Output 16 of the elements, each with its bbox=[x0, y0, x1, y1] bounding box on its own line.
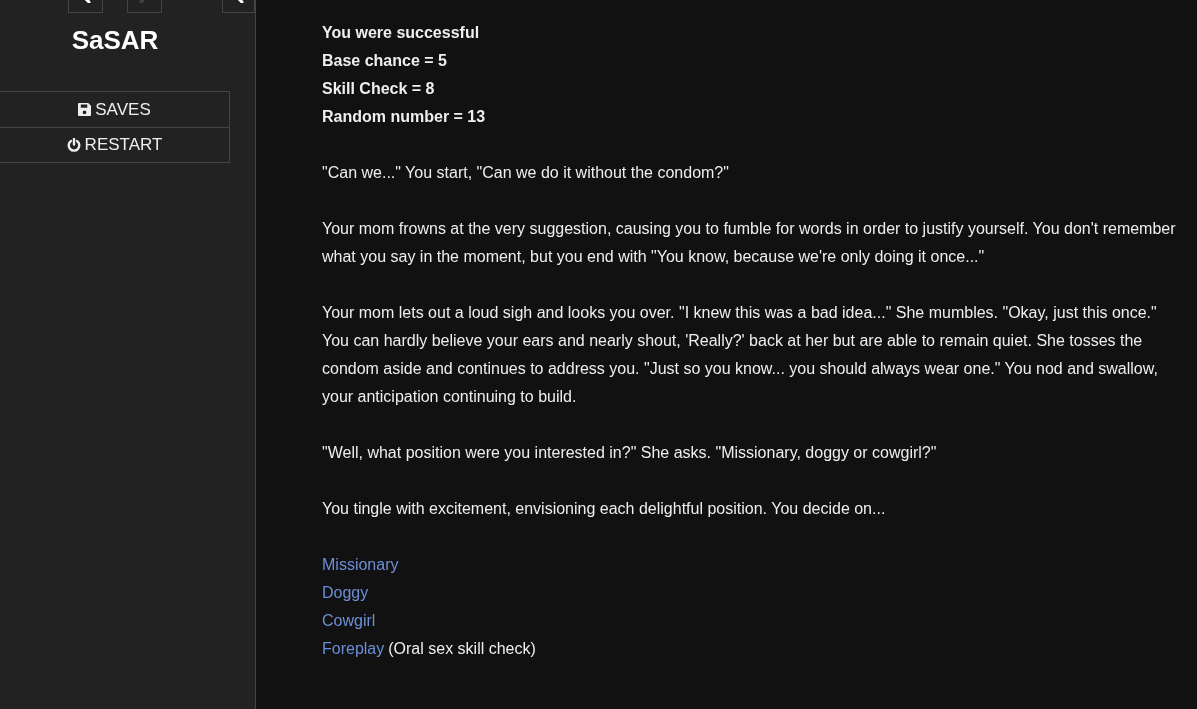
power-icon bbox=[66, 138, 81, 152]
story-paragraph: You tingle with excitement, envisioning each delightful position. You decide on... bbox=[322, 499, 887, 519]
choice-link[interactable]: Foreplay bbox=[322, 635, 385, 663]
story-title: SaSAR bbox=[70, 25, 160, 55]
choice-note: (Oral sex skill check) bbox=[388, 639, 536, 659]
story-paragraph: "Well, what position were you interested in?" She asks. "Missionary, doggy or cowgirl?" bbox=[322, 443, 938, 463]
result-line: Base chance = 5 bbox=[322, 51, 447, 71]
story-paragraph: "Can we..." You start, "Can we do it without the condom?" bbox=[322, 163, 730, 183]
choice-link[interactable]: Cowgirl bbox=[322, 607, 376, 635]
result-line: Random number = 13 bbox=[322, 107, 486, 127]
story-paragraph: Your mom lets out a loud sigh and looks you over. "I knew this was a bad idea..." She mumbles. "Okay, just this once." You can hardly believe your ears and nearly shout, 'Really?' back at her but are able to remain quiet. She tosses the condom aside and continues to address you. "Just so you know... you should always wear one." You nod and swallow, your anticipation continuing to build. bbox=[322, 303, 1159, 407]
choice-link[interactable]: Doggy bbox=[322, 579, 369, 607]
choice-link[interactable]: Missionary bbox=[322, 551, 399, 579]
result-line: Skill Check = 8 bbox=[322, 79, 435, 99]
result-line: You were successful bbox=[322, 23, 480, 43]
story-paragraph: Your mom frowns at the very suggestion, causing you to fumble for words in order to justify yourself. You don't remember what you say in the moment, but you end with "You know, because we're only doing it once..." bbox=[322, 219, 1177, 267]
